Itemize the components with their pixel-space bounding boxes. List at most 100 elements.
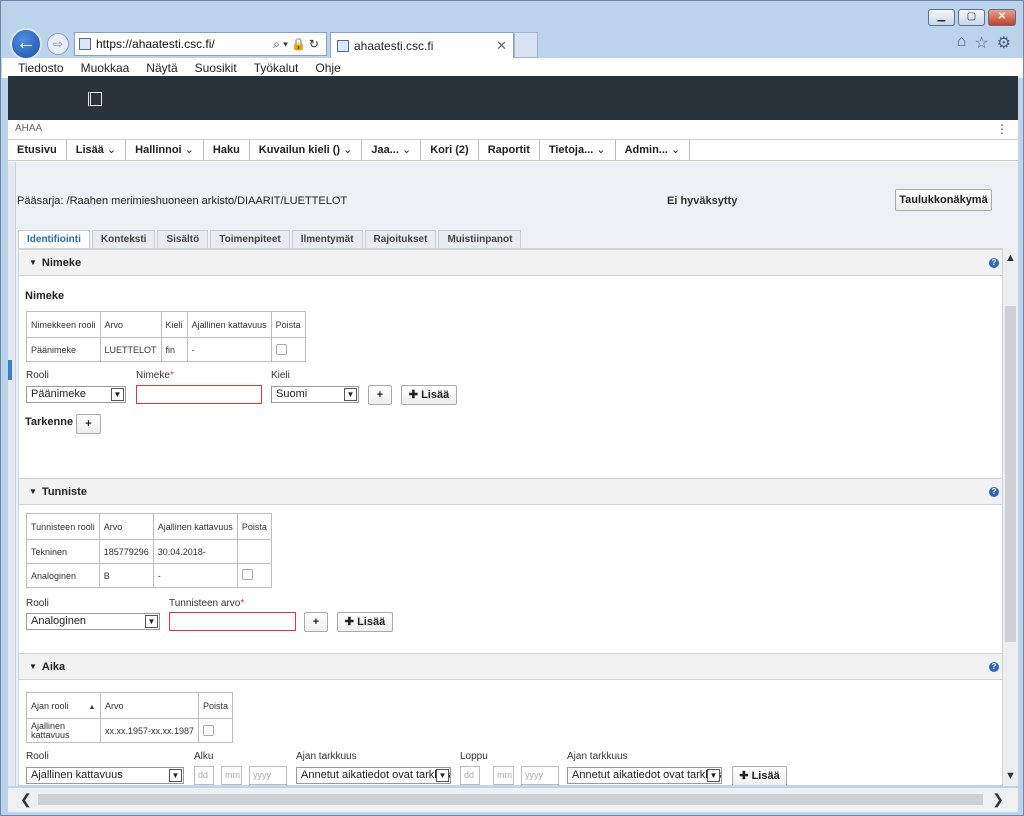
app-header (8, 76, 1018, 120)
app-name: AHAA (15, 123, 43, 134)
table-cell: - (152, 563, 238, 588)
forward-button[interactable]: ⇨ (47, 33, 69, 55)
vertical-scrollbar[interactable]: ▲ ▼ (1003, 248, 1018, 786)
nimeke-input[interactable] (136, 385, 262, 404)
horizontal-scrollbar[interactable]: ❮ ❯ (8, 788, 1018, 812)
back-button[interactable]: ← (10, 28, 42, 60)
nimeke-plus-button[interactable]: + (368, 385, 392, 405)
address-bar[interactable]: https://ahaatesti.csc.fi/ ⌕▾🔒↻ (74, 32, 327, 56)
loppu-day-input[interactable]: dd (460, 766, 480, 785)
nav-item-1[interactable]: Lisää ⌄ (67, 140, 127, 160)
page-content: AHAA ⋮ Etusivu Lisää ⌄ Hallinnoi ⌄ Haku Kuva… (8, 76, 1018, 786)
nav-item-0[interactable]: Etusivu (8, 140, 67, 160)
nav-item-7[interactable]: Raportit (479, 140, 540, 160)
scroll-thumb[interactable] (1005, 306, 1016, 642)
delete-checkbox[interactable] (203, 725, 215, 736)
nav-item-5[interactable]: Jaa... ⌄ (362, 140, 422, 160)
close-icon[interactable]: ✕ (988, 9, 1016, 26)
tab-6[interactable]: Muistiinpanot (438, 230, 522, 248)
section-tunniste-header[interactable]: ▼ Tunniste ? (19, 478, 1002, 505)
help-icon[interactable]: ? (989, 662, 999, 672)
section-nimeke-header[interactable]: ▼ Nimeke ? (19, 249, 1002, 276)
loppu-tarkkuus-value: Annetut aikatiedot ovat tarkkoja (572, 769, 722, 781)
table-cell: Ajallinen kattavuus (26, 718, 101, 743)
minimize-icon[interactable]: ▁ (928, 9, 955, 26)
favorites-star-icon[interactable]: ☆ (974, 33, 988, 53)
table-cell: - (186, 337, 272, 362)
chevron-down-icon: ⌄ (340, 144, 353, 156)
scroll-thumb[interactable] (38, 794, 983, 805)
column-header[interactable]: Ajan rooli ▲ (26, 692, 101, 719)
tunniste-add-button[interactable]: ✚ Lisää (337, 612, 393, 632)
menu-muokkaa[interactable]: Muokkaa (81, 61, 130, 75)
nav-item-6[interactable]: Kori (2) (421, 140, 479, 160)
column-header: Poista (270, 311, 306, 338)
rooli-select[interactable]: Päänimeke ▼ (26, 386, 126, 403)
aika-add-button[interactable]: ✚ Lisää (732, 766, 787, 785)
nav-item-8[interactable]: Tietoja... ⌄ (540, 140, 616, 160)
settings-gear-icon[interactable]: ⚙ (997, 33, 1011, 53)
tab-3[interactable]: Toimenpiteet (210, 230, 290, 248)
menu-tyokalut[interactable]: Työkalut (254, 61, 299, 75)
left-rail[interactable] (8, 162, 16, 786)
breadcrumb: Pääsarja: /Raahen merimieshuoneen arkist… (17, 195, 348, 207)
delete-checkbox[interactable] (241, 569, 253, 580)
app-logo-icon[interactable] (88, 92, 102, 106)
tarkenne-plus-button[interactable]: + (76, 414, 101, 434)
maximize-icon[interactable]: ▢ (958, 9, 985, 26)
sort-asc-icon: ▲ (88, 703, 96, 711)
chevron-down-icon: ⌄ (181, 144, 194, 156)
menu-suosikit[interactable]: Suosikit (195, 61, 237, 75)
kebab-menu-icon[interactable]: ⋮ (996, 122, 1008, 136)
tab-5[interactable]: Rajoitukset (364, 230, 437, 248)
tab-1[interactable]: Konteksti (91, 230, 156, 248)
scroll-right-icon[interactable]: ❯ (992, 791, 1004, 808)
nimeke-add-button[interactable]: ✚ Lisää (401, 385, 457, 405)
alku-year-input[interactable]: yyyy (249, 766, 287, 785)
tab-2[interactable]: Sisältö (157, 230, 209, 248)
nav-item-3[interactable]: Haku (204, 140, 250, 160)
browser-tab[interactable]: ahaatesti.csc.fi ✕ (330, 32, 514, 58)
nav-item-4[interactable]: Kuvailun kieli () ⌄ (250, 140, 363, 160)
collapse-triangle-icon: ▼ (29, 487, 37, 496)
scroll-up-icon[interactable]: ▲ (1005, 252, 1016, 264)
tab-close-icon[interactable]: ✕ (496, 38, 507, 54)
menu-nayta[interactable]: Näytä (146, 61, 177, 75)
loppu-tarkkuus-select[interactable]: Annetut aikatiedot ovat tarkkoja ▼ (567, 767, 722, 784)
nimeke-label-text: Nimeke (136, 370, 170, 381)
help-icon[interactable]: ? (989, 258, 999, 268)
alku-tarkkuus-select[interactable]: Annetut aikatiedot ovat tarkkoja ▼ (296, 767, 451, 784)
aika-rooli-select[interactable]: Ajallinen kattavuus ▼ (26, 767, 184, 784)
nav-item-9[interactable]: Admin... ⌄ (616, 140, 691, 160)
search-lock-refresh-icon[interactable]: ⌕▾🔒↻ (273, 37, 322, 52)
kieli-select[interactable]: Suomi ▼ (271, 386, 359, 403)
tab-4[interactable]: Ilmentymät (291, 230, 363, 248)
alku-tarkkuus-label: Ajan tarkkuus (296, 751, 357, 762)
loppu-month-input[interactable]: mm (493, 766, 514, 785)
scroll-down-icon[interactable]: ▼ (1005, 770, 1016, 782)
tunniste-plus-button[interactable]: + (304, 612, 328, 632)
loppu-year-input[interactable]: yyyy (521, 766, 559, 785)
nav-item-2[interactable]: Hallinnoi ⌄ (126, 140, 204, 160)
table-view-button[interactable]: Taulukkonäkymä (895, 189, 992, 211)
menu-tiedosto[interactable]: Tiedosto (18, 61, 64, 75)
menu-ohje[interactable]: Ohje (315, 61, 340, 75)
tunniste-arvo-input[interactable] (169, 612, 296, 631)
column-header: Poista (236, 513, 272, 540)
help-icon[interactable]: ? (989, 487, 999, 497)
delete-checkbox[interactable] (275, 344, 287, 355)
alku-day-input[interactable]: dd (194, 766, 214, 785)
chevron-down-icon: ▼ (145, 615, 158, 628)
nav-item-label: Tietoja... (548, 144, 594, 156)
scroll-left-icon[interactable]: ❮ (20, 791, 32, 808)
new-tab-button[interactable] (514, 32, 538, 58)
tab-0[interactable]: Identifiointi (18, 230, 90, 248)
section-aika-header[interactable]: ▼ Aika ? (19, 653, 1002, 680)
home-icon[interactable]: ⌂ (957, 33, 967, 53)
plus-icon: ✚ (739, 770, 752, 782)
alku-month-input[interactable]: mm (221, 766, 242, 785)
url-prefix: https:// (96, 37, 133, 51)
nav-item-label: Etusivu (17, 144, 57, 156)
browser-menu-bar: Tiedosto Muokkaa Näytä Suosikit Työkalut… (2, 58, 1023, 78)
tunniste-rooli-select[interactable]: Analoginen ▼ (26, 613, 160, 630)
